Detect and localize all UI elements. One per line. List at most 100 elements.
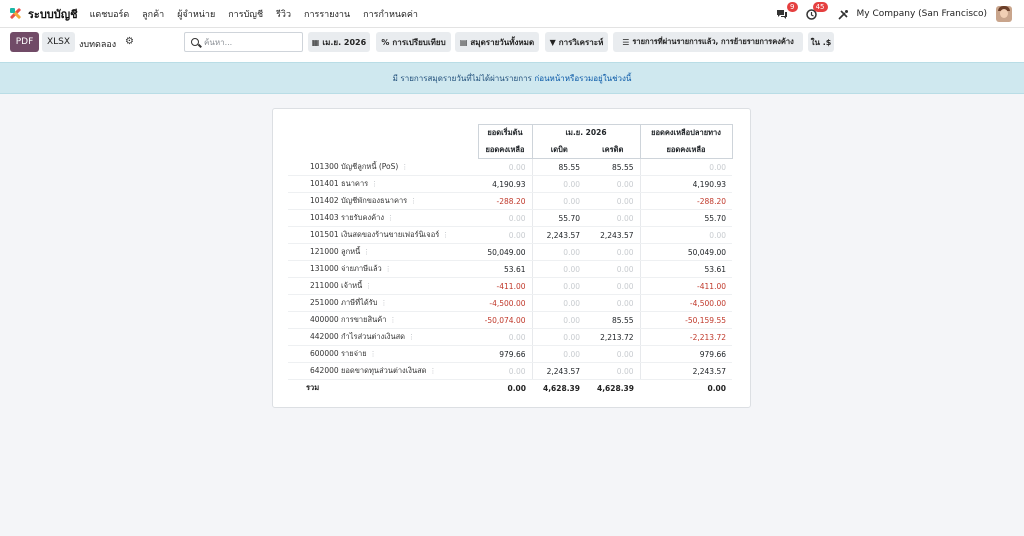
table-row[interactable]: 121000 ลูกหนี้ ⋮ 50,049.00 0.00 0.00 50,049.0… — [288, 243, 732, 261]
app-name[interactable]: ระบบบัญชี — [28, 5, 78, 23]
comparison-button[interactable]: % การเปรียบเทียบ — [376, 32, 451, 52]
search-icon — [191, 38, 199, 46]
xlsx-button[interactable]: XLSX — [42, 32, 75, 52]
end-balance-cell: 53.61 — [639, 260, 732, 278]
account-cell[interactable]: 121000 ลูกหนี้ ⋮ — [288, 243, 478, 261]
table-row[interactable]: 251000 ภาษีที่ได้รับ ⋮ -4,500.00 0.00 0.00 -4… — [288, 294, 732, 312]
entries-option-button[interactable]: ☰ รายการที่ผ่านรายการแล้ว, การย้ายรายการ… — [613, 32, 803, 52]
table-row[interactable]: 101501 เงินสดของร้านขายเฟอร์นิเจอร์ ⋮ 0.00… — [288, 226, 732, 244]
credit-cell: 2,213.72 — [586, 328, 640, 346]
table-row[interactable]: 101300 บัญชีลูกหนี้ (PoS) ⋮ 0.00 85.55 85.55… — [288, 158, 732, 176]
table-row[interactable]: 131000 จ่ายภาษีแล้ว ⋮ 53.61 0.00 0.00 53.61 — [288, 260, 732, 278]
table-row[interactable]: 101401 ธนาคาร ⋮ 4,190.93 0.00 0.00 4,190.93 — [288, 175, 732, 193]
table-row[interactable]: 211000 เจ้าหนี้ ⋮ -411.00 0.00 0.00 -411.00 — [288, 277, 732, 295]
gear-icon[interactable]: ⚙ — [125, 36, 134, 47]
row-menu-icon[interactable]: ⋮ — [408, 333, 415, 341]
account-cell[interactable]: 101300 บัญชีลูกหนี้ (PoS) ⋮ — [288, 158, 478, 176]
row-menu-icon[interactable]: ⋮ — [430, 367, 437, 375]
menu-accounting[interactable]: การบัญชี — [228, 7, 263, 21]
credit-cell: 0.00 — [586, 192, 640, 210]
row-menu-icon[interactable]: ⋮ — [363, 248, 370, 256]
debit-cell: 0.00 — [531, 243, 586, 261]
account-cell[interactable]: 101403 รายรับคงค้าง ⋮ — [288, 209, 478, 227]
table-row[interactable]: 101402 บัญชีพักของธนาคาร ⋮ -288.20 0.00 0.00… — [288, 192, 732, 210]
account-cell[interactable]: 101501 เงินสดของร้านขายเฟอร์นิเจอร์ ⋮ — [288, 226, 478, 244]
activities-badge: 45 — [812, 2, 828, 12]
banner-link[interactable]: ก่อนหน้าหรือรวมอยู่ในช่วงนี้ — [534, 72, 631, 85]
menu-configuration[interactable]: การกำหนดค่า — [363, 7, 418, 21]
top-navbar: ระบบบัญชี แดชบอร์ด ลูกค้า ผู้จำหน่าย การ… — [0, 0, 1024, 28]
account-cell[interactable]: 400000 การขายสินค้า ⋮ — [288, 311, 478, 329]
company-switcher[interactable]: My Company (San Francisco) — [857, 9, 987, 19]
account-cell[interactable]: 600000 รายจ่าย ⋮ — [288, 345, 478, 363]
row-menu-icon[interactable]: ⋮ — [365, 282, 372, 290]
menu-reporting[interactable]: การรายงาน — [304, 7, 350, 21]
initial-balance-cell: -4,500.00 — [478, 294, 532, 312]
table-row[interactable]: 600000 รายจ่าย ⋮ 979.66 0.00 0.00 979.66 — [288, 345, 732, 363]
header-end: ยอดคงเหลือปลายทาง — [640, 124, 733, 142]
initial-balance-cell: 4,190.93 — [478, 175, 532, 193]
menu-dashboard[interactable]: แดชบอร์ด — [90, 7, 130, 21]
percent-icon: % — [381, 37, 390, 47]
account-cell[interactable]: 251000 ภาษีที่ได้รับ ⋮ — [288, 294, 478, 312]
debit-cell: 0.00 — [531, 345, 586, 363]
table-row[interactable]: 400000 การขายสินค้า ⋮ -50,074.00 0.00 85.55-… — [288, 311, 732, 329]
row-menu-icon[interactable]: ⋮ — [389, 316, 396, 324]
row-menu-icon[interactable]: ⋮ — [381, 299, 388, 307]
initial-balance-cell: 0.00 — [478, 209, 532, 227]
account-cell[interactable]: 442000 กำไรส่วนต่างเงินสด ⋮ — [288, 328, 478, 346]
menu-customers[interactable]: ลูกค้า — [142, 7, 164, 21]
menu-vendors[interactable]: ผู้จำหน่าย — [177, 7, 215, 21]
account-cell[interactable]: 642000 ยอดขาดทุนส่วนต่างเงินสด ⋮ — [288, 362, 478, 380]
initial-balance-cell: 0.00 — [478, 362, 532, 380]
messages-button[interactable]: 9 — [775, 2, 798, 21]
pdf-button[interactable]: PDF — [10, 32, 39, 52]
table-row[interactable]: 101403 รายรับคงค้าง ⋮ 0.00 55.70 0.00 55.70 — [288, 209, 732, 227]
date-filter-button[interactable]: ▦ เม.ย. 2026 — [308, 32, 370, 52]
account-cell[interactable]: 101401 ธนาคาร ⋮ — [288, 175, 478, 193]
end-balance-cell: 50,049.00 — [639, 243, 732, 261]
app-logo-icon[interactable] — [9, 7, 22, 20]
account-cell[interactable]: 101402 บัญชีพักของธนาคาร ⋮ — [288, 192, 478, 210]
currency-button[interactable]: ใน .$ — [808, 32, 834, 52]
user-avatar[interactable] — [996, 6, 1012, 22]
messages-badge: 9 — [787, 2, 798, 12]
row-menu-icon[interactable]: ⋮ — [370, 350, 377, 358]
account-cell[interactable]: 131000 จ่ายภาษีแล้ว ⋮ — [288, 260, 478, 278]
row-menu-icon[interactable]: ⋮ — [442, 231, 449, 239]
table-row[interactable]: 442000 กำไรส่วนต่างเงินสด ⋮ 0.00 0.00 2,213.… — [288, 328, 732, 346]
end-balance-cell: -288.20 — [639, 192, 732, 210]
analytic-filter-button[interactable]: ▼ การวิเคราะห์ — [545, 32, 608, 52]
journals-filter-button[interactable]: ▤ สมุดรายวันทั้งหมด — [455, 32, 539, 52]
activities-button[interactable]: 45 — [805, 2, 828, 21]
search-input[interactable] — [204, 37, 299, 47]
end-balance-cell: 979.66 — [639, 345, 732, 363]
tools-button[interactable] — [837, 7, 851, 21]
initial-balance-cell: 50,049.00 — [478, 243, 532, 261]
account-cell[interactable]: 211000 เจ้าหนี้ ⋮ — [288, 277, 478, 295]
total-end: 0.00 — [707, 383, 726, 393]
search-box[interactable] — [184, 32, 303, 52]
debit-cell: 85.55 — [531, 158, 586, 176]
debit-cell: 0.00 — [531, 192, 586, 210]
trial-balance-table: ยอดเริ่มต้น เม.ย. 2026 ยอดคงเหลือปลายทาง… — [288, 124, 733, 397]
debit-cell: 0.00 — [531, 294, 586, 312]
end-balance-cell: -4,500.00 — [639, 294, 732, 312]
total-row: รวม 0.00 4,628.39 4,628.39 0.00 — [288, 380, 732, 397]
menu-review[interactable]: รีวิว — [276, 7, 291, 21]
debit-cell: 0.00 — [531, 311, 586, 329]
end-balance-cell: 0.00 — [639, 226, 732, 244]
initial-balance-cell: -50,074.00 — [478, 311, 532, 329]
table-row[interactable]: 642000 ยอดขาดทุนส่วนต่างเงินสด ⋮ 0.00 2,243… — [288, 362, 732, 380]
row-menu-icon[interactable]: ⋮ — [401, 163, 408, 171]
row-menu-icon[interactable]: ⋮ — [410, 197, 417, 205]
row-menu-icon[interactable]: ⋮ — [387, 214, 394, 222]
initial-balance-cell: 0.00 — [478, 328, 532, 346]
row-menu-icon[interactable]: ⋮ — [385, 265, 392, 273]
book-icon: ▤ — [459, 37, 468, 47]
row-menu-icon[interactable]: ⋮ — [371, 180, 378, 188]
credit-cell: 0.00 — [586, 277, 640, 295]
total-label: รวม — [306, 383, 320, 393]
funnel-icon: ▼ — [549, 37, 556, 47]
credit-cell: 0.00 — [586, 362, 640, 380]
